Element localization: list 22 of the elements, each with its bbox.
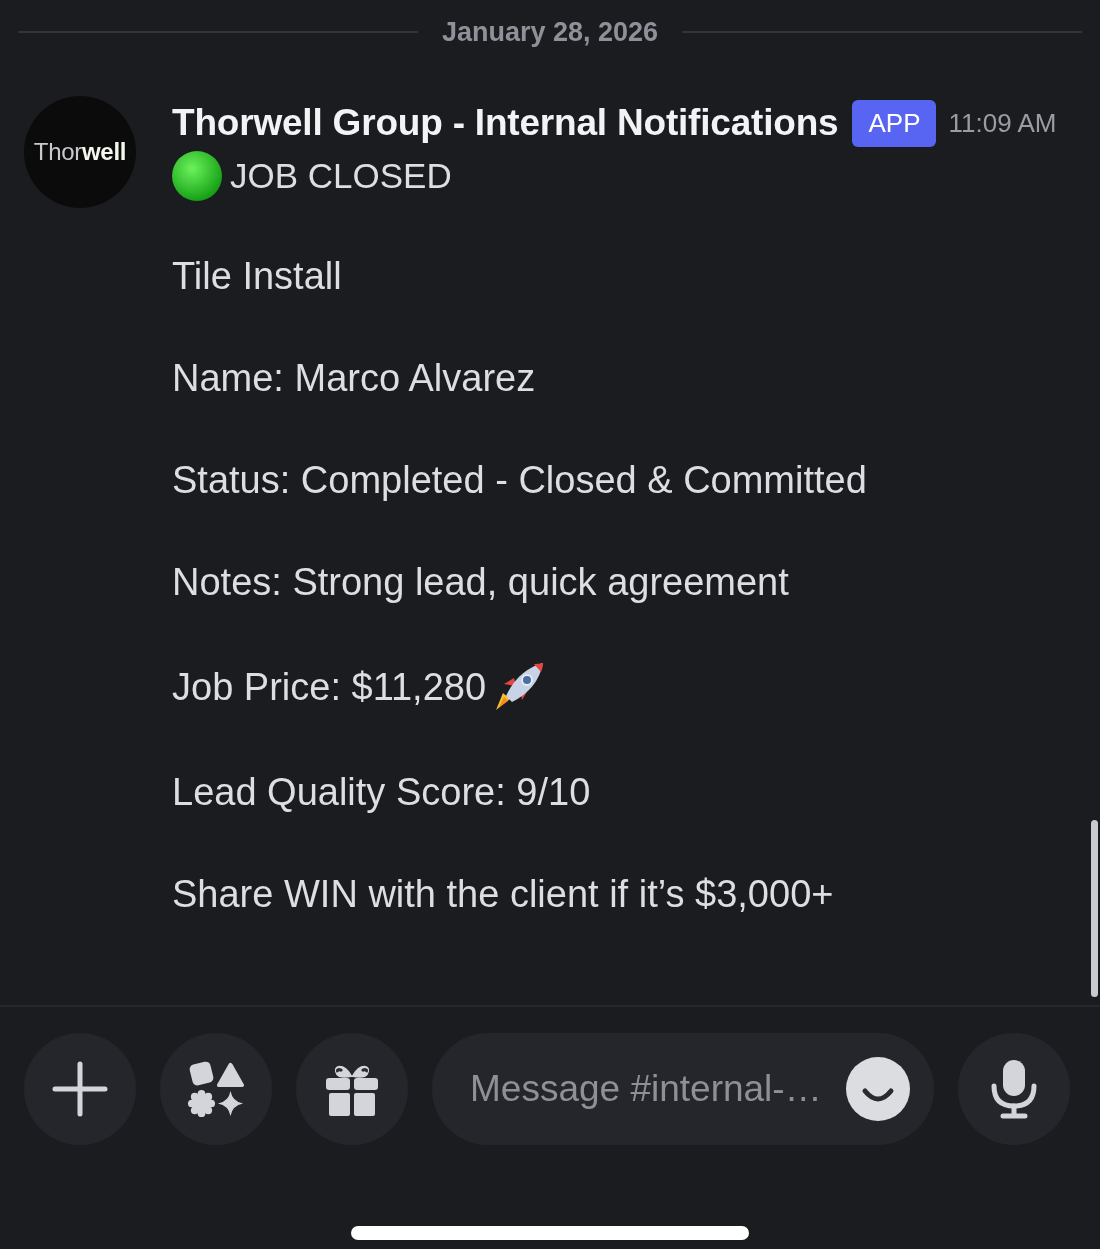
scrollbar-thumb[interactable] (1091, 820, 1098, 997)
message-line: Name: Marco Alvarez (172, 356, 536, 400)
message-line: Status: Completed - Closed & Committed (172, 458, 867, 502)
author-name[interactable]: Thorwell Group - Internal Notifications (172, 102, 839, 144)
circle-emoji-icon (172, 151, 222, 201)
message-line: Job Price: $11,280 (172, 665, 487, 709)
message-line: Share WIN with the client if it’s $3,000+ (172, 872, 834, 916)
shapes-icon (187, 1060, 245, 1118)
message-line: Tile Install (172, 254, 342, 298)
message-line: Notes: Strong lead, quick agreement (172, 560, 789, 604)
avatar[interactable]: Thorwell (24, 96, 136, 208)
message-field[interactable]: Message #internal-… (432, 1033, 934, 1145)
timestamp: 11:09 AM (948, 107, 1057, 139)
logo-text: Thorwell (33, 138, 127, 166)
message-headline: JOB CLOSED (230, 156, 452, 196)
smiley-icon (846, 1057, 910, 1121)
message-line: Lead Quality Score: 9/10 (172, 770, 591, 814)
app-badge: APP (852, 99, 937, 147)
emoji-button[interactable] (846, 1057, 910, 1121)
microphone-icon (991, 1059, 1037, 1119)
date-label: January 28, 2026 (441, 16, 659, 48)
plus-icon (52, 1061, 108, 1117)
